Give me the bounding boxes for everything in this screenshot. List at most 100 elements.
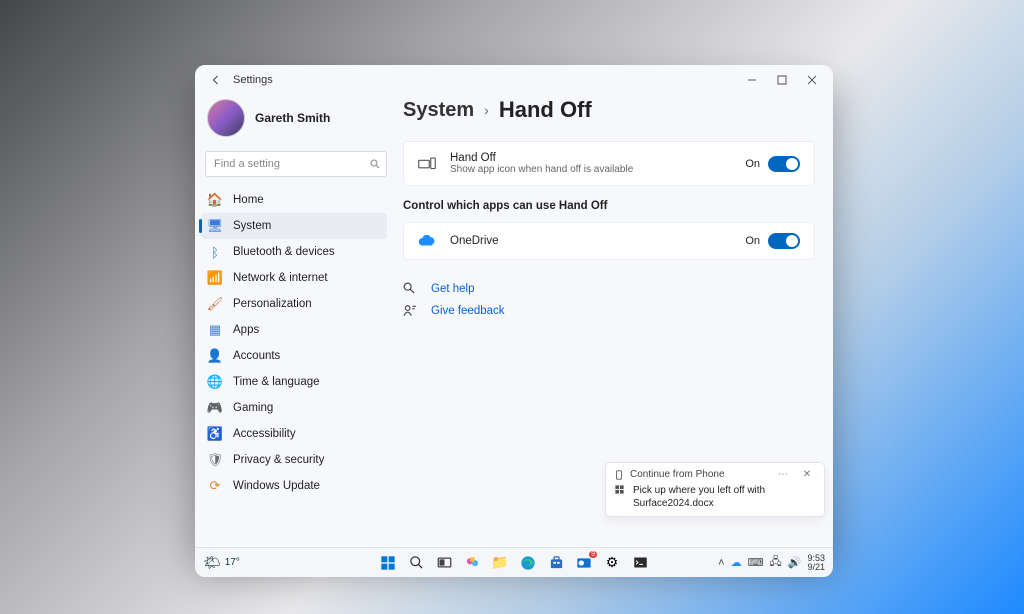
explorer-icon[interactable]: 📁 [490,553,510,573]
volume-tray-icon[interactable]: 🔊 [788,556,802,569]
apps-icon: ▦ [207,322,223,338]
update-icon: ⟳ [207,478,223,494]
sidebar-item-label: Time & language [233,376,320,388]
sidebar-item-privacy[interactable]: 🛡 Privacy & security [201,447,387,473]
taskbar: 🌤 17° 📁 9 ⚙ ˄ ☁ ⌨ [195,547,833,577]
onedrive-tray-icon[interactable]: ☁ [731,556,742,569]
weather-icon: 🌤 [203,554,221,571]
chevron-right-icon: › [484,102,489,118]
handoff-toggle[interactable] [768,156,800,172]
wifi-icon: 📶 [207,270,223,286]
weather-widget[interactable]: 🌤 17° [203,554,240,571]
store-icon[interactable] [546,553,566,573]
sidebar-item-label: Home [233,194,264,206]
sidebar-item-label: Accessibility [233,428,296,440]
search-wrap [205,151,387,177]
back-button[interactable] [205,69,227,91]
handoff-card[interactable]: Hand Off Show app icon when hand off is … [403,141,815,186]
tray-chevron-icon[interactable]: ˄ [718,557,724,569]
sidebar-item-label: Network & internet [233,272,328,284]
sidebar-item-time[interactable]: 🌐 Time & language [201,369,387,395]
home-icon: 🏠 [207,192,223,208]
notification-close-button[interactable]: ✕ [798,469,816,480]
breadcrumb-section[interactable]: System [403,99,474,122]
close-button[interactable] [797,69,827,91]
link-label: Give feedback [431,305,505,317]
search-input[interactable] [205,151,387,177]
sidebar-item-label: Gaming [233,402,273,414]
get-help-link[interactable]: Get help [403,282,815,296]
globe-icon: 🌐 [207,374,223,390]
sidebar-item-update[interactable]: ⟳ Windows Update [201,473,387,499]
notification-message: Pick up where you left off with Surface2… [633,484,816,510]
sidebar: Gareth Smith 🏠 Home 🖥 System ᛒ Bluetooth & … [195,95,395,555]
sidebar-item-label: Personalization [233,298,312,310]
link-label: Get help [431,283,474,295]
shield-icon: 🛡 [207,452,223,468]
terminal-icon[interactable] [630,553,650,573]
onedrive-toggle[interactable] [768,233,800,249]
breadcrumb-page: Hand Off [499,97,592,123]
devices-icon [418,156,438,172]
account-icon: 👤 [207,348,223,364]
app-icon [614,484,625,495]
outlook-icon[interactable]: 9 [574,553,594,573]
notification-title: Continue from Phone [630,469,725,480]
notification-toast[interactable]: Continue from Phone ⋯ ✕ Pick up where yo… [605,462,825,517]
badge: 9 [589,551,597,558]
sidebar-item-network[interactable]: 📶 Network & internet [201,265,387,291]
titlebar: Settings [195,65,833,95]
sidebar-item-label: Windows Update [233,480,320,492]
task-view-button[interactable] [434,553,454,573]
profile-name: Gareth Smith [255,111,330,125]
sidebar-item-label: Bluetooth & devices [233,246,335,258]
sidebar-item-label: System [233,220,271,232]
feedback-icon [403,304,421,318]
toggle-state-label: On [745,235,760,247]
gaming-icon: 🎮 [207,400,223,416]
avatar [207,99,245,137]
clock[interactable]: 9:53 9/21 [807,554,825,572]
sidebar-item-label: Accounts [233,350,280,362]
nav: 🏠 Home 🖥 System ᛒ Bluetooth & devices 📶 Netw… [201,187,387,499]
network-tray-icon[interactable]: 🖧 [769,553,781,572]
breadcrumb: System › Hand Off [403,97,815,123]
onedrive-icon [418,235,438,247]
search-button[interactable] [406,553,426,573]
search-icon [369,158,381,170]
sidebar-item-home[interactable]: 🏠 Home [201,187,387,213]
app-card-onedrive[interactable]: OneDrive On [403,222,815,260]
settings-window: Settings Gareth Smith 🏠 Home [195,65,833,555]
language-icon[interactable]: ⌨ [748,556,764,569]
sidebar-item-personalization[interactable]: 🖌 Personalization [201,291,387,317]
sidebar-item-label: Apps [233,324,259,336]
sidebar-item-bluetooth[interactable]: ᛒ Bluetooth & devices [201,239,387,265]
system-icon: 🖥 [207,218,223,234]
accessibility-icon: ♿ [207,426,223,442]
sidebar-item-gaming[interactable]: 🎮 Gaming [201,395,387,421]
minimize-button[interactable] [737,69,767,91]
toggle-state-label: On [745,158,760,170]
sidebar-item-accessibility[interactable]: ♿ Accessibility [201,421,387,447]
bluetooth-icon: ᛒ [207,244,223,260]
copilot-icon[interactable] [462,553,482,573]
notification-more-button[interactable]: ⋯ [774,469,792,480]
window-title: Settings [233,74,273,86]
date: 9/21 [807,563,825,572]
brush-icon: 🖌 [207,296,223,312]
give-feedback-link[interactable]: Give feedback [403,304,815,318]
sidebar-item-apps[interactable]: ▦ Apps [201,317,387,343]
profile-block[interactable]: Gareth Smith [205,95,387,151]
card-subtitle: Show app icon when hand off is available [450,164,733,175]
edge-icon[interactable] [518,553,538,573]
help-icon [403,282,421,296]
start-button[interactable] [378,553,398,573]
sidebar-item-label: Privacy & security [233,454,324,466]
sidebar-item-accounts[interactable]: 👤 Accounts [201,343,387,369]
maximize-button[interactable] [767,69,797,91]
weather-temp: 17° [225,557,240,568]
section-heading: Control which apps can use Hand Off [403,200,815,212]
sidebar-item-system[interactable]: 🖥 System [201,213,387,239]
phone-icon [614,470,624,480]
settings-icon[interactable]: ⚙ [602,553,622,573]
